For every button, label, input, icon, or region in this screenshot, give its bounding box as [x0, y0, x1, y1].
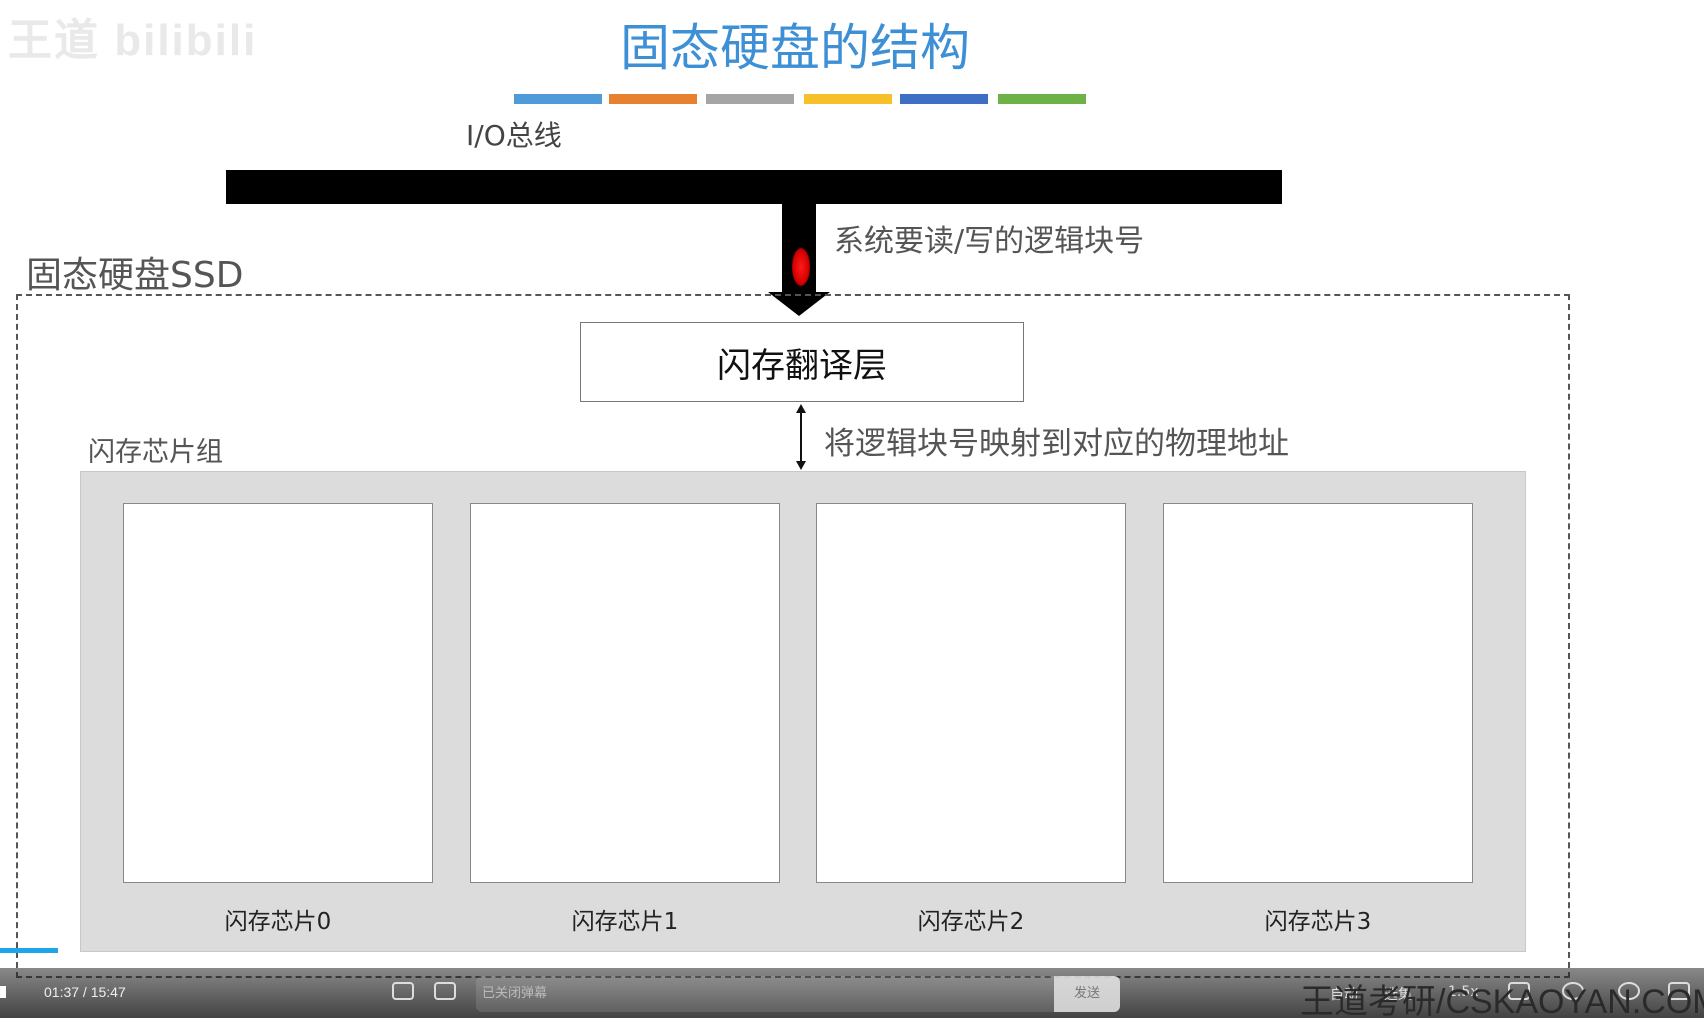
io-bus-bar	[226, 170, 1282, 204]
flash-chip-1	[470, 503, 780, 883]
progress-bar-fill[interactable]	[0, 948, 58, 953]
color-strip-segment	[706, 94, 794, 104]
io-bus-label: I/O总线	[466, 119, 562, 152]
brand-watermark: 王道考研/CSKAOYAN.COM	[1300, 983, 1704, 1021]
chip-label-0: 闪存芯片0	[224, 909, 332, 935]
danmaku-settings-icon[interactable]	[434, 982, 456, 1000]
flash-chip-2	[816, 503, 1126, 883]
logical-block-label: 系统要读/写的逻辑块号	[834, 224, 1145, 259]
chip-label-1: 闪存芯片1	[571, 909, 679, 935]
laser-pointer	[792, 248, 810, 286]
color-strip-segment	[514, 94, 602, 104]
double-arrow-icon	[796, 404, 806, 470]
flash-chip-3	[1163, 503, 1473, 883]
lecture-slide: 王道 bilibili 固态硬盘的结构 I/O总线 系统要读/写的逻辑块号 固态…	[0, 0, 1704, 1018]
danmaku-toggle-icon[interactable]	[392, 982, 414, 1000]
color-strip-segment	[900, 94, 988, 104]
chip-label-3: 闪存芯片3	[1264, 909, 1372, 935]
time-display: 01:37 / 15:47	[44, 984, 126, 1000]
ftl-label: 闪存翻译层	[717, 345, 887, 386]
ssd-label: 固态硬盘SSD	[26, 255, 244, 296]
send-button[interactable]: 发送	[1054, 976, 1120, 1012]
flash-translation-layer-box: 闪存翻译层	[580, 322, 1024, 402]
danmaku-input[interactable]: 已关闭弹幕	[476, 976, 1054, 1012]
play-icon[interactable]	[0, 986, 6, 998]
mapping-label: 将逻辑块号映射到对应的物理地址	[824, 426, 1289, 462]
color-strip-segment	[998, 94, 1086, 104]
chip-label-2: 闪存芯片2	[917, 909, 1025, 935]
color-strip-segment	[609, 94, 697, 104]
flash-chip-0	[123, 503, 433, 883]
slide-title: 固态硬盘的结构	[620, 19, 970, 77]
chip-group-label: 闪存芯片组	[88, 437, 223, 468]
color-strip-segment	[804, 94, 892, 104]
